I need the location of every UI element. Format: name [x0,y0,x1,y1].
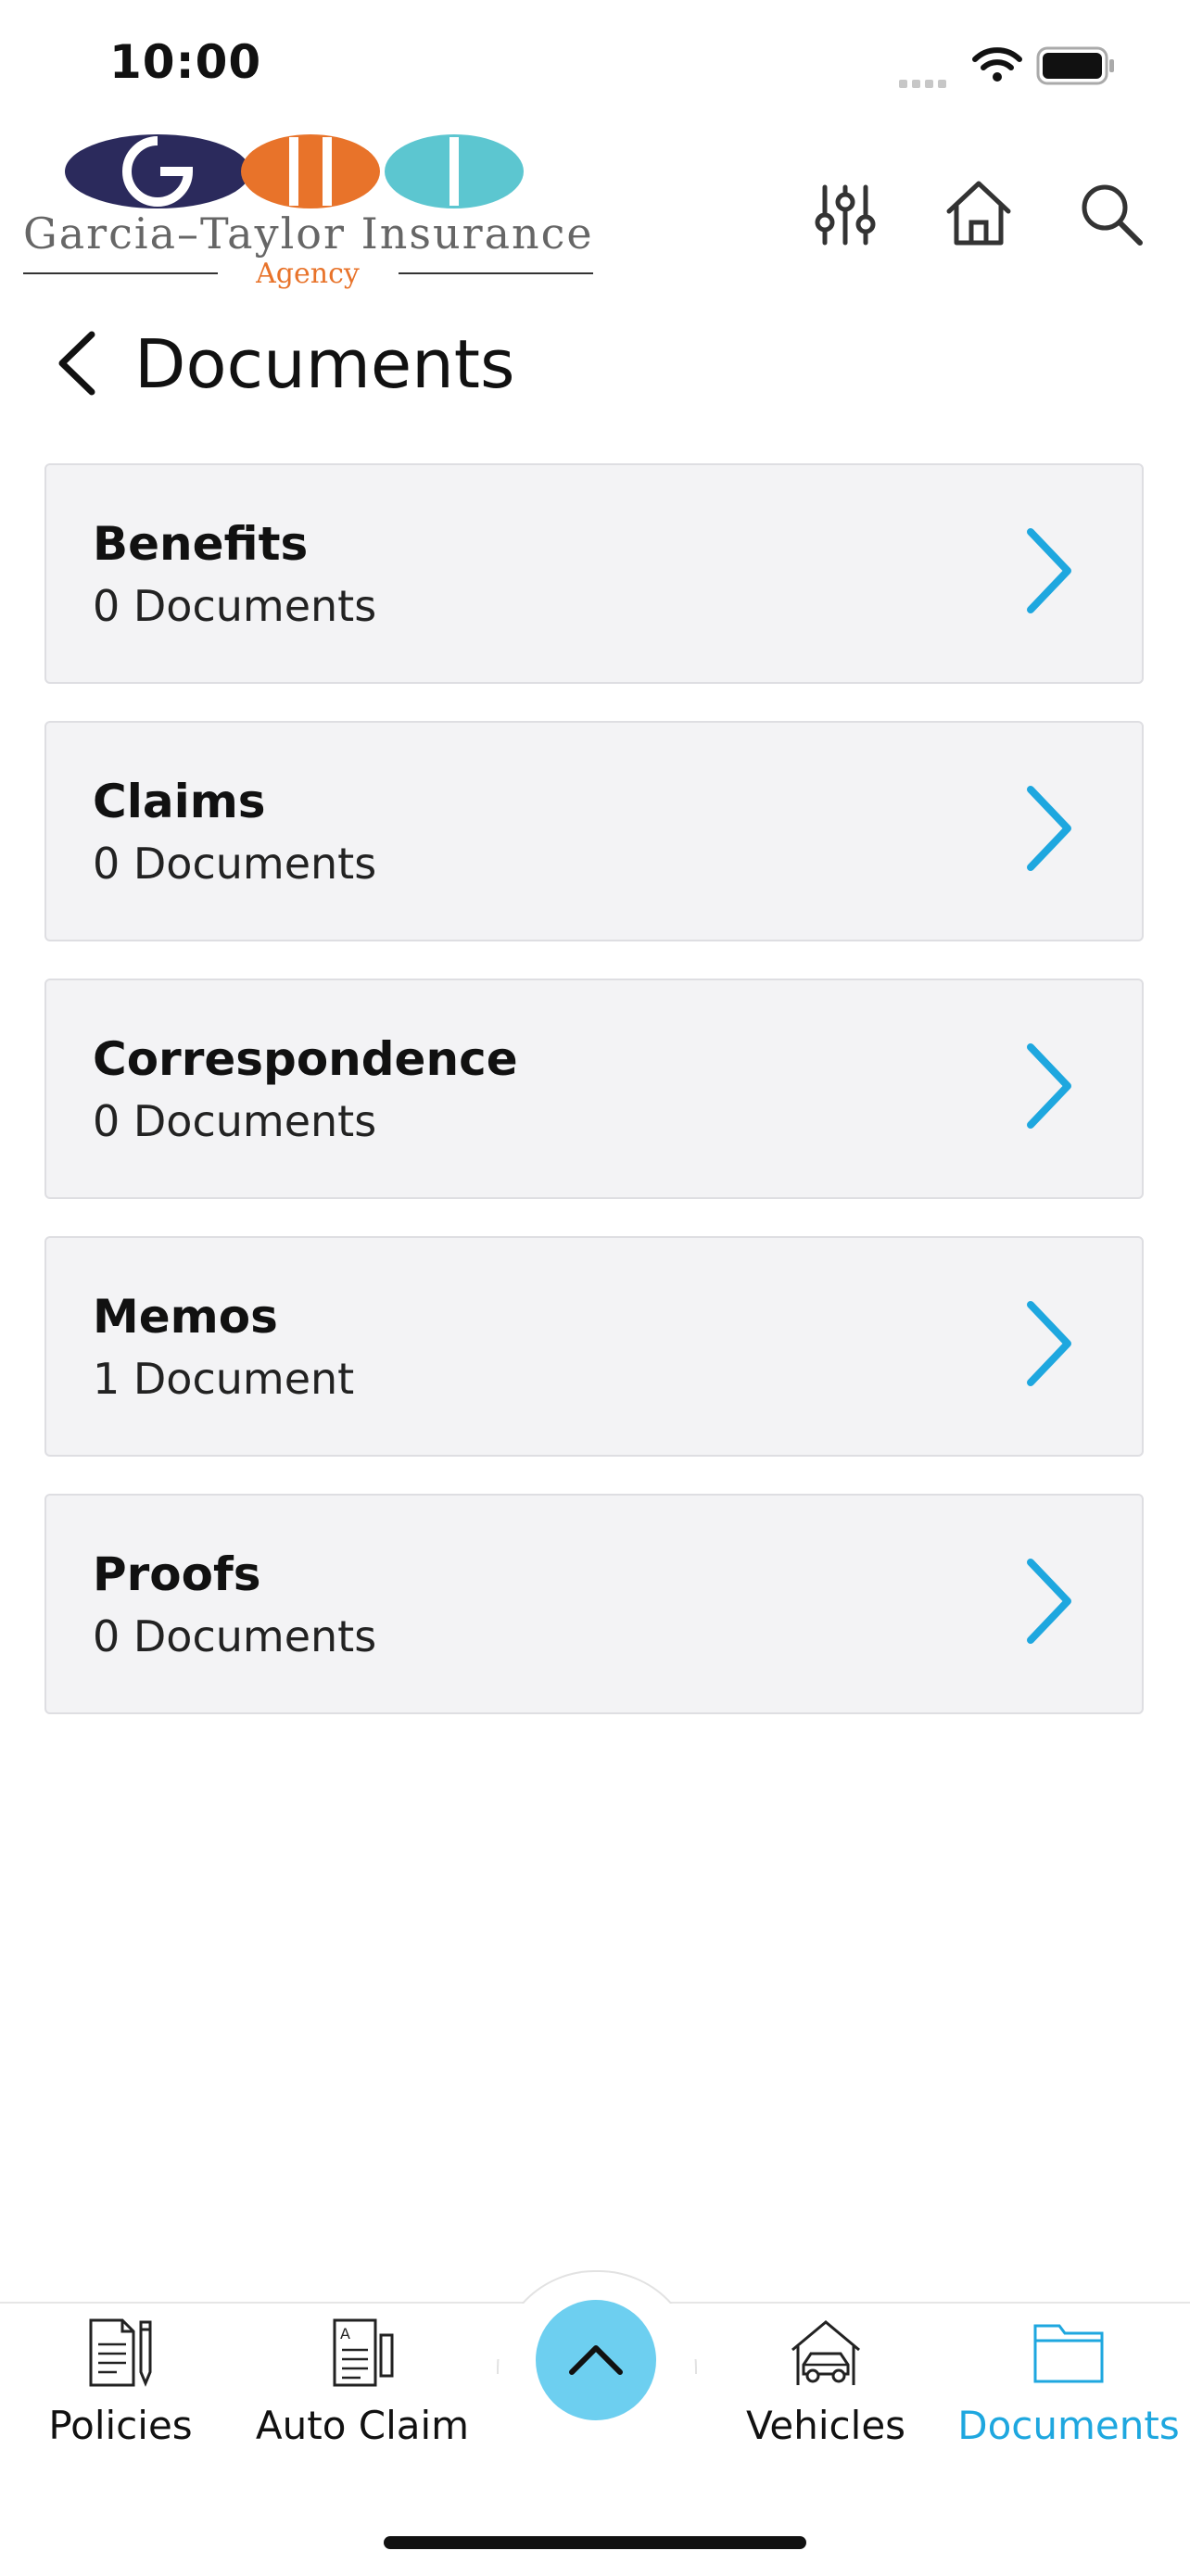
category-card-proofs[interactable]: Proofs 0 Documents [44,1494,1144,1714]
category-count: 0 Documents [93,1611,377,1661]
claim-form-icon: A [333,2318,394,2387]
expand-menu-button[interactable] [536,2300,656,2420]
tab-label: Vehicles [745,2403,906,2448]
chevron-right-icon [1027,1559,1071,1644]
svg-text:A: A [340,2325,350,2342]
chevron-right-icon [1027,786,1071,871]
search-icon[interactable] [1077,180,1144,246]
category-name: Memos [93,1290,278,1344]
tab-auto-claim[interactable]: A Auto Claim [247,2317,478,2452]
home-indicator[interactable] [384,2536,806,2549]
chevron-right-icon [1027,528,1071,613]
logo-subtext: Agency [255,258,360,290]
back-chevron-icon[interactable] [51,329,102,398]
chevron-right-icon [1027,1301,1071,1386]
tab-documents[interactable]: Documents [953,2317,1184,2452]
tab-label: Auto Claim [255,2403,470,2448]
page-title: Documents [134,325,515,403]
category-card-memos[interactable]: Memos 1 Document [44,1236,1144,1457]
category-count: 0 Documents [93,839,377,889]
logo-text: Garcia–Taylor Insurance [23,208,594,259]
tab-label: Policies [48,2403,193,2448]
category-name: Correspondence [93,1032,518,1086]
home-icon[interactable] [943,178,1014,248]
cellular-signal-icon [899,74,951,92]
battery-icon [1036,46,1114,85]
category-count: 0 Documents [93,1096,377,1146]
wifi-icon [972,47,1022,82]
category-card-benefits[interactable]: Benefits 0 Documents [44,463,1144,684]
category-card-correspondence[interactable]: Correspondence 0 Documents [44,979,1144,1199]
chevron-right-icon [1027,1043,1071,1129]
category-card-claims[interactable]: Claims 0 Documents [44,721,1144,941]
status-time: 10:00 [109,35,262,89]
agency-logo: Garcia–Taylor Insurance Agency [23,134,594,290]
sliders-icon[interactable] [812,182,879,248]
tab-vehicles[interactable]: Vehicles [710,2317,942,2452]
category-name: Claims [93,775,266,828]
tab-label: Documents [957,2403,1180,2448]
category-count: 1 Document [93,1354,355,1404]
category-name: Benefits [93,517,309,571]
tab-policies[interactable]: Policies [5,2317,236,2452]
car-garage-icon [791,2320,860,2385]
policy-document-icon [89,2318,152,2387]
chevron-up-icon [569,2345,623,2375]
category-name: Proofs [93,1547,261,1601]
category-count: 0 Documents [93,581,377,631]
folder-icon [1033,2324,1104,2383]
